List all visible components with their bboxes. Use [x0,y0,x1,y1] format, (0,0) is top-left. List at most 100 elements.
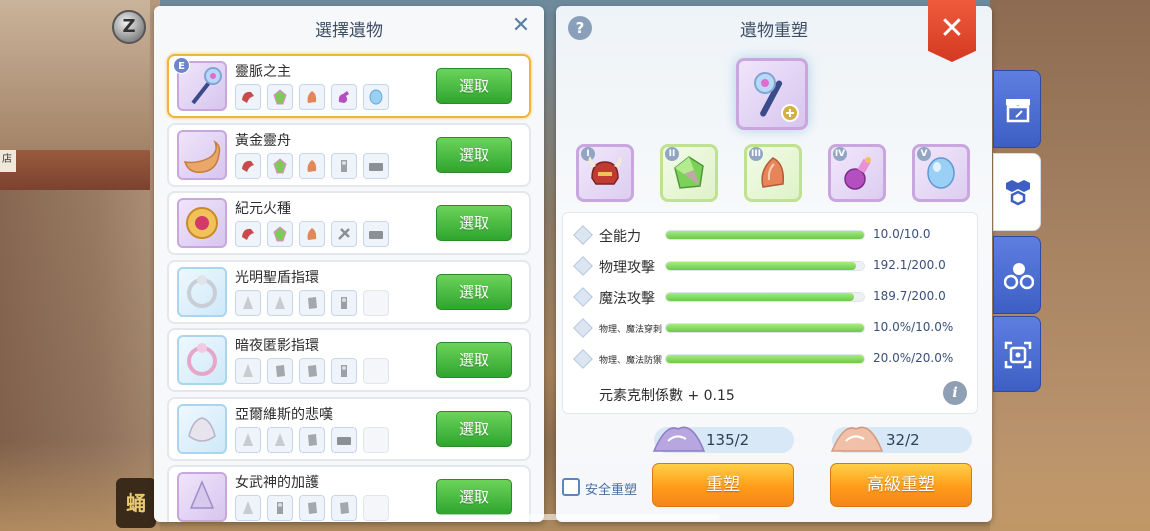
stat-progress-fill [666,355,864,363]
relic-name: 亞爾維斯的悲嘆 [235,406,333,423]
relic-row[interactable]: 暗夜匿影指環 選取 [167,328,531,392]
reshape-button[interactable]: 重塑 [652,463,794,507]
relic-slot-list [235,152,395,179]
staff-relic-icon [754,72,799,122]
stat-label: 魔法攻擊 [599,291,655,307]
relic-name: 黃金靈舟 [235,132,291,149]
safe-reshape-checkbox[interactable] [562,478,580,496]
material-count: 135/2 [706,431,750,449]
slot-gem-icon [235,426,261,453]
shop-icon [1006,99,1030,123]
relic-reshape-panel: ? 遺物重塑 ✕ I II III IV V 全能力 10.0/10.0 物理攻… [556,0,992,522]
relic-row[interactable]: 紀元火種 選取 [167,191,531,255]
hex-cluster-icon [1006,180,1030,206]
close-button[interactable]: ✕ [928,0,976,62]
golden-boat-icon [183,139,221,173]
slot-gem-icon [267,221,293,247]
select-button[interactable]: 選取 [436,410,512,447]
relic-slot-list [235,289,395,316]
stats-box: 全能力 10.0/10.0 物理攻擊 192.1/200.0 魔法攻擊 189.… [562,212,978,414]
selected-relic-icon [736,58,808,130]
relic-icon [177,472,227,522]
stat-label: 全能力 [599,229,641,245]
slot-gem-icon [267,426,293,453]
select-button[interactable]: 選取 [436,479,512,515]
empty-slot [363,426,389,453]
stat-progress-fill [666,324,864,332]
reshape-slot[interactable]: IV [828,144,886,202]
stat-progress-fill [666,231,864,239]
relic-list: E 靈脈之主 選取 黃金靈舟 選取 紀元火種 選取 光明聖盾指環 選取 暗夜匿影… [167,54,531,522]
stat-diamond-icon [573,318,593,338]
stat-progress-bar [665,292,865,302]
slot-gem-icon [299,289,325,316]
stat-label: 物理攻擊 [599,260,655,276]
relic-row[interactable]: E 靈脈之主 選取 [167,54,531,118]
stat-value: 10.0/10.0 [873,227,931,241]
z-menu-button[interactable]: Z [112,10,146,44]
stat-diamond-icon [573,287,593,307]
relic-slot-list [235,84,395,110]
relic-slot-list [235,426,395,453]
slot-gem-icon [235,221,261,247]
slot-gem-icon [235,152,261,179]
reshape-slot-row: I II III IV V [576,144,976,204]
tab-relic-reshape[interactable] [993,153,1041,231]
stat-row: 魔法攻擊 189.7/200.0 [563,287,979,307]
slot-gem-icon [267,495,293,521]
home-indicator [430,514,720,520]
scan-icon [1004,341,1032,369]
tab-shop[interactable] [993,70,1041,148]
stat-row: 物理、魔法防禦 20.0%/20.0% [563,349,979,369]
stat-row: 物理、魔法穿刺 10.0%/10.0% [563,318,979,338]
panel-title: 選擇遺物 [315,21,383,41]
stat-value: 192.1/200.0 [873,258,946,272]
info-icon[interactable]: i [943,381,967,405]
relic-row[interactable]: 亞爾維斯的悲嘆 選取 [167,396,531,461]
slot-gem-icon [299,152,325,179]
stat-row: 物理攻擊 192.1/200.0 [563,256,979,276]
relic-name: 靈脈之主 [235,64,291,80]
close-icon[interactable]: ✕ [510,15,532,38]
stat-value: 10.0%/10.0% [873,320,954,334]
reshape-slot[interactable]: III [744,144,802,202]
relic-icon: E [173,57,227,111]
element-coefficient: 元素克制係數 + 0.15 [599,388,735,404]
slot-gem-icon [235,84,261,110]
relic-name: 女武神的加護 [235,475,319,491]
reshape-slot[interactable]: V [912,144,970,202]
slot-gem-icon [299,495,325,521]
tab-circles[interactable] [993,236,1041,314]
circles-icon [1004,263,1034,290]
select-button[interactable]: 選取 [436,205,512,241]
slot-gem-icon [331,84,357,110]
advanced-reshape-button[interactable]: 高級重塑 [830,463,972,507]
shop-sign: 店 [0,150,16,172]
tab-scan[interactable] [993,316,1041,392]
relic-slot-list [235,221,395,247]
slot-gem-icon [331,289,357,316]
relic-name: 紀元火種 [235,201,291,217]
stat-value: 20.0%/20.0% [873,351,954,365]
stat-value: 189.7/200.0 [873,289,946,303]
stat-diamond-icon [573,256,593,276]
select-button[interactable]: 選取 [436,342,512,378]
relic-icon [177,335,227,385]
reshape-slot[interactable]: I [576,144,634,202]
material-counter-2: 32/2 [830,426,972,453]
material-counter-1: 135/2 [652,426,794,453]
relic-name: 暗夜匿影指環 [235,338,319,354]
select-button[interactable]: 選取 [436,273,512,310]
select-button[interactable]: 選取 [436,136,512,173]
relic-row[interactable]: 黃金靈舟 選取 [167,122,531,187]
relic-icon [177,129,227,180]
stat-row: 全能力 10.0/10.0 [563,225,979,245]
stat-progress-fill [666,262,857,270]
valkyrie-icon [189,480,215,509]
relic-row[interactable]: 光明聖盾指環 選取 [167,259,531,324]
stat-progress-bar [665,230,865,240]
slot-gem-icon [299,221,325,247]
reshape-slot[interactable]: II [660,144,718,202]
epoch-flame-icon [186,207,218,239]
select-button[interactable]: 選取 [436,68,512,104]
